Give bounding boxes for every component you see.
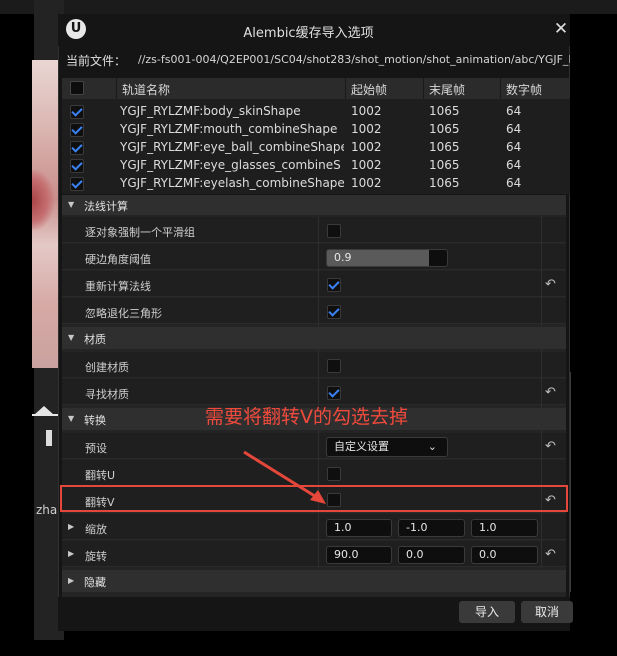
track-end-frame: 1065 [429,122,460,136]
track-name: YGJF_RYLZMF:eye_ball_combineShape [120,140,344,154]
reset-arrow-icon[interactable]: ↶ [545,277,556,292]
label-flip-u: 翻转U [85,469,116,482]
close-icon[interactable]: ✕ [553,20,569,38]
track-frame-count: 64 [506,122,522,136]
label-preset: 预设 [85,442,107,455]
background-triangle-icon [32,406,58,416]
header-frame-count[interactable]: 数字帧 [506,81,542,98]
category-hidden-label: 隐藏 [84,576,106,589]
track-name: YGJF_RYLZMF:eye_glasses_combineS [120,158,341,172]
table-row[interactable]: YGJF_RYLZMF:eye_glasses_combineS 1002 1065… [62,157,570,175]
cancel-button[interactable]: 取消 [521,601,573,623]
row-create-materials: 创建材质 [62,352,566,378]
preset-dropdown-value: 自定义设置 [334,440,389,453]
category-materials-label: 材质 [84,333,106,346]
category-hidden[interactable]: ▶ 隐藏 [62,570,566,592]
track-frame-count: 64 [506,176,522,190]
reset-arrow-icon[interactable]: ↶ [545,547,556,562]
header-start-frame[interactable]: 起始帧 [351,81,387,98]
expand-triangle-icon: ▼ [68,333,75,342]
category-normals[interactable]: ▼ 法线计算 [62,195,566,215]
expand-triangle-icon: ▼ [68,414,75,423]
force-one-smoothing-group-checkbox[interactable] [327,224,341,238]
row-force-one-smoothing-group: 逐对象强制一个平滑组 [62,217,566,243]
label-ignore-degenerate-triangles: 忽略退化三角形 [85,307,162,320]
recompute-normals-checkbox[interactable] [327,278,341,292]
select-all-checkbox[interactable] [70,81,84,95]
annotation-arrow-icon [243,450,326,504]
reset-arrow-icon[interactable]: ↶ [545,385,556,400]
track-name: YGJF_RYLZMF:mouth_combineShape [120,122,338,136]
preset-dropdown[interactable]: 自定义设置 ⌄ [326,437,448,457]
track-start-frame: 1002 [351,176,382,190]
table-row[interactable]: YGJF_RYLZMF:eyelash_combineShape 1002 1065… [62,175,570,193]
rotation-x-input[interactable]: 90.0 [326,546,392,564]
label-scale: 缩放 [85,523,107,536]
label-recompute-normals: 重新计算法线 [85,280,151,293]
header-end-frame[interactable]: 末尾帧 [429,81,465,98]
track-end-frame: 1065 [429,158,460,172]
import-button[interactable]: 导入 [459,601,515,623]
scale-y-input[interactable]: -1.0 [398,519,465,537]
label-force-one-smoothing-group: 逐对象强制一个平滑组 [85,226,195,239]
label-find-materials: 寻找材质 [85,388,129,401]
background-slider-handle [46,430,52,446]
background-partial-text: zha [36,503,58,517]
label-hard-edge-angle: 硬边角度阈值 [85,253,151,266]
hard-edge-angle-slider[interactable]: 0.9 [326,249,448,267]
category-materials[interactable]: ▼ 材质 [62,327,566,349]
expand-triangle-icon: ▼ [68,200,75,209]
rotation-z-input[interactable]: 0.0 [471,546,538,564]
track-checkbox[interactable] [70,141,84,155]
track-checkbox[interactable] [70,177,84,191]
reset-arrow-icon[interactable]: ↶ [545,439,556,454]
current-file-path: //zs-fs001-004/Q2EP001/SC04/shot283/shot… [138,53,570,66]
annotation-text: 需要将翻转V的勾选去掉 [205,406,408,428]
header-track-name[interactable]: 轨道名称 [122,81,170,98]
dialog-title: Alembic缓存导入选项 [243,26,374,41]
background-photo [32,60,58,368]
table-row[interactable]: YGJF_RYLZMF:mouth_combineShape 1002 1065 64 [62,121,570,139]
track-start-frame: 1002 [351,104,382,118]
track-name: YGJF_RYLZMF:eyelash_combineShape [120,176,344,190]
chevron-down-icon: ⌄ [427,440,437,453]
track-end-frame: 1065 [429,104,460,118]
track-checkbox[interactable] [70,105,84,119]
track-checkbox[interactable] [70,159,84,173]
ignore-degenerate-triangles-checkbox[interactable] [327,305,341,319]
find-materials-checkbox[interactable] [327,386,341,400]
category-normals-label: 法线计算 [84,200,128,213]
track-start-frame: 1002 [351,140,382,154]
table-row[interactable]: YGJF_RYLZMF:eye_ball_combineShape 1002 106… [62,139,570,157]
expand-triangle-icon[interactable]: ▶ [68,522,74,531]
track-frame-count: 64 [506,104,522,118]
track-start-frame: 1002 [351,158,382,172]
expand-triangle-icon[interactable]: ▶ [68,549,74,558]
track-end-frame: 1065 [429,176,460,190]
category-conversion-label: 转换 [84,414,106,427]
current-file-label: 当前文件： [66,54,127,68]
track-frame-count: 64 [506,140,522,154]
row-ignore-degenerate-triangles: 忽略退化三角形 [62,298,566,324]
rotation-y-input[interactable]: 0.0 [398,546,465,564]
track-end-frame: 1065 [429,140,460,154]
track-frame-count: 64 [506,158,522,172]
track-checkbox[interactable] [70,123,84,137]
row-hard-edge-angle: 硬边角度阈值 [62,244,566,270]
background-editor-toolbar [0,0,617,14]
scale-z-input[interactable]: 1.0 [471,519,538,537]
scale-x-input[interactable]: 1.0 [326,519,392,537]
track-name: YGJF_RYLZMF:body_skinShape [120,104,301,118]
label-rotation: 旋转 [85,550,107,563]
expand-triangle-icon: ▶ [68,576,75,585]
table-row[interactable]: YGJF_RYLZMF:body_skinShape 1002 1065 64 [62,103,570,121]
create-materials-checkbox[interactable] [327,359,341,373]
track-start-frame: 1002 [351,122,382,136]
label-create-materials: 创建材质 [85,361,129,374]
row-recompute-normals: 重新计算法线 [62,271,566,297]
